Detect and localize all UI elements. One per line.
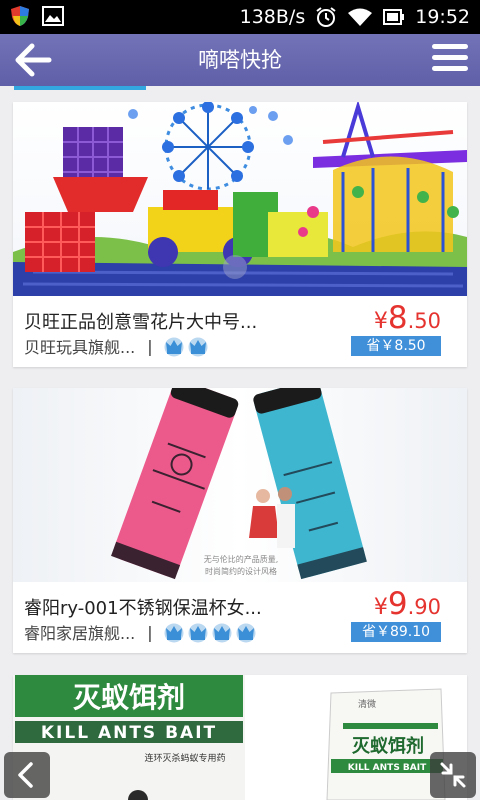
- product-image: 灭蚁饵剂 KILL ANTS BAIT 连环灭杀蚂蚁专用药 清微 灭蚁饵剂 KI…: [13, 675, 467, 800]
- separator: |: [147, 622, 153, 642]
- package-title: 灭蚁饵剂: [73, 681, 185, 714]
- product-card[interactable]: 无与伦比的产品质量, 时尚简约的设计风格 睿阳ry-001不锈钢保温杯女... …: [13, 388, 467, 653]
- floating-back-button[interactable]: [4, 752, 50, 798]
- ant-bait-illustration: 灭蚁饵剂 KILL ANTS BAIT 连环灭杀蚂蚁专用药 清微 灭蚁饵剂 KI…: [13, 675, 467, 800]
- package-english: KILL ANTS BAIT: [41, 723, 217, 743]
- product-name: 睿阳ry-001不锈钢保温杯女...: [24, 598, 262, 619]
- separator: |: [147, 336, 153, 356]
- image-icon: [42, 6, 64, 26]
- price-currency: ¥: [373, 309, 388, 334]
- shield-icon: [11, 6, 29, 26]
- price: ¥9.90: [374, 586, 441, 622]
- menu-button[interactable]: [432, 44, 468, 76]
- price-integer: 9: [387, 586, 408, 622]
- snowflake-toy-illustration: [13, 102, 467, 296]
- product-image: [13, 102, 467, 296]
- wifi-icon: [348, 8, 373, 26]
- price-integer: 8: [387, 300, 408, 336]
- crown-icon: [188, 337, 208, 357]
- crown-icon: [188, 623, 208, 643]
- alarm-icon: [316, 7, 336, 27]
- product-card[interactable]: 贝旺正品创意雪花片大中号... 贝旺玩具旗舰... | ¥8.50 省￥8.50: [13, 102, 467, 367]
- image-caption-2: 时尚简约的设计风格: [205, 566, 277, 576]
- crown-icon: [164, 623, 184, 643]
- battery-icon: [383, 9, 405, 25]
- box-title: 灭蚁饵剂: [351, 735, 424, 757]
- shop-row: 贝旺玩具旗舰... |: [24, 334, 209, 358]
- product-name: 贝旺正品创意雪花片大中号...: [24, 312, 258, 333]
- crown-icon: [164, 337, 184, 357]
- status-bar: 138B/s 19:52: [0, 0, 480, 34]
- clock: 19:52: [415, 6, 470, 28]
- savings-badge: 省￥89.10: [351, 622, 441, 642]
- shop-name: 睿阳家居旗舰...: [24, 624, 136, 643]
- price: ¥8.50: [374, 300, 441, 336]
- price-currency: ¥: [373, 595, 388, 620]
- shop-name: 贝旺玩具旗舰...: [24, 338, 136, 357]
- crown-rating: [163, 621, 257, 643]
- tab-indicator: [14, 86, 146, 90]
- page-title: 嘀嗒快抢: [198, 48, 282, 72]
- tumbler-illustration: 无与伦比的产品质量, 时尚简约的设计风格: [13, 388, 467, 582]
- product-image: 无与伦比的产品质量, 时尚简约的设计风格: [13, 388, 467, 582]
- hamburger-menu-icon: [432, 44, 468, 71]
- crown-icon: [236, 623, 256, 643]
- box-english: KILL ANTS BAIT: [348, 763, 427, 773]
- shop-row: 睿阳家居旗舰... |: [24, 620, 257, 644]
- back-chevron-icon: [18, 762, 33, 788]
- collapse-arrows-icon: [440, 762, 466, 788]
- savings-badge: 省￥8.50: [351, 336, 441, 356]
- crown-icon: [212, 623, 232, 643]
- box-brand: 清微: [358, 698, 376, 710]
- crown-rating: [163, 335, 209, 357]
- package-subtitle: 连环灭杀蚂蚁专用药: [144, 752, 225, 764]
- price-decimal: .90: [407, 595, 441, 619]
- image-caption-1: 无与伦比的产品质量,: [204, 554, 279, 564]
- floating-collapse-button[interactable]: [430, 752, 476, 798]
- app-bar: 嘀嗒快抢: [0, 34, 480, 86]
- price-decimal: .50: [407, 309, 441, 333]
- product-card[interactable]: 灭蚁饵剂 KILL ANTS BAIT 连环灭杀蚂蚁专用药 清微 灭蚁饵剂 KI…: [13, 675, 467, 800]
- network-speed: 138B/s: [239, 6, 306, 28]
